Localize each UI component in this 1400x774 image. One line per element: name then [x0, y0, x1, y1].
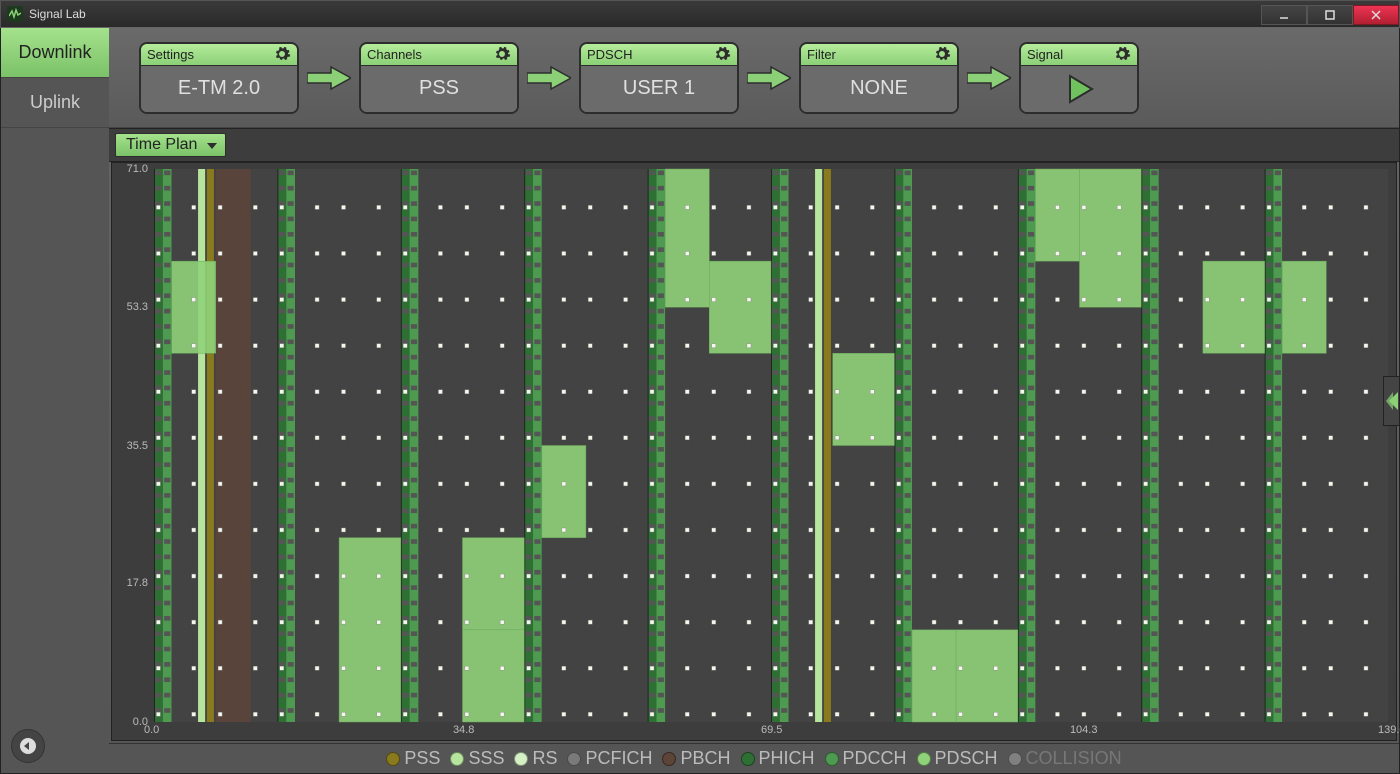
chevron-down-icon — [207, 136, 217, 154]
window-close-button[interactable] — [1353, 5, 1399, 25]
view-select-label: Time Plan — [126, 136, 197, 153]
legend-item-sss[interactable]: SSS — [450, 748, 504, 769]
legend-item-pcfich[interactable]: PCFICH — [567, 748, 652, 769]
legend-label: PBCH — [680, 748, 730, 769]
axis-tick-label: 104.3 — [1070, 724, 1098, 736]
play-button[interactable] — [1021, 66, 1137, 112]
legend-label: COLLISION — [1026, 748, 1122, 769]
legend-label: PDSCH — [935, 748, 998, 769]
back-button[interactable] — [11, 729, 45, 763]
tab-label: Downlink — [18, 42, 91, 63]
legend-swatch — [917, 752, 931, 766]
arrow-icon — [967, 65, 1011, 91]
stage-body-label: E-TM 2.0 — [141, 66, 297, 112]
legend-item-pss[interactable]: PSS — [386, 748, 440, 769]
stage-settings[interactable]: Settings E-TM 2.0 — [139, 42, 299, 114]
window-title: Signal Lab — [29, 7, 86, 21]
gear-icon[interactable] — [493, 45, 511, 63]
legend-item-pbch[interactable]: PBCH — [662, 748, 730, 769]
legend-label: PCFICH — [585, 748, 652, 769]
legend-swatch — [450, 752, 464, 766]
axis-tick-label: 139.0 — [1378, 724, 1400, 736]
legend-item-rs[interactable]: RS — [514, 748, 557, 769]
stage-filter[interactable]: Filter NONE — [799, 42, 959, 114]
axis-tick-label: 17.8 — [116, 577, 148, 589]
sidebar: Downlink Uplink — [1, 28, 109, 773]
legend-swatch — [386, 752, 400, 766]
axis-tick-label: 69.5 — [761, 724, 782, 736]
stage-body-label: NONE — [801, 66, 957, 112]
axis-tick-label: 53.3 — [116, 301, 148, 313]
legend-swatch — [741, 752, 755, 766]
legend-item-pdsch[interactable]: PDSCH — [917, 748, 998, 769]
stage-head-label: PDSCH — [587, 47, 633, 62]
gear-icon[interactable] — [713, 45, 731, 63]
pipeline-toolbar: Settings E-TM 2.0 Channels PSS PDSCH USE… — [109, 28, 1399, 128]
legend-item-pdcch[interactable]: PDCCH — [825, 748, 907, 769]
legend-swatch — [825, 752, 839, 766]
stage-channels[interactable]: Channels PSS — [359, 42, 519, 114]
time-plan-plot[interactable]: 0.017.835.553.371.00.034.869.5104.3139.0 — [111, 162, 1397, 741]
legend-swatch — [1008, 752, 1022, 766]
arrow-icon — [527, 65, 571, 91]
legend-swatch — [567, 752, 581, 766]
view-select[interactable]: Time Plan — [115, 133, 226, 157]
legend-label: RS — [532, 748, 557, 769]
stage-pdsch[interactable]: PDSCH USER 1 — [579, 42, 739, 114]
tab-uplink[interactable]: Uplink — [1, 78, 109, 128]
gear-icon[interactable] — [273, 45, 291, 63]
stage-body-label: PSS — [361, 66, 517, 112]
tab-label: Uplink — [30, 92, 80, 113]
legend-label: PSS — [404, 748, 440, 769]
legend-item-phich[interactable]: PHICH — [741, 748, 815, 769]
legend-swatch — [662, 752, 676, 766]
gear-icon[interactable] — [933, 45, 951, 63]
arrow-icon — [747, 65, 791, 91]
window-maximize-button[interactable] — [1307, 5, 1353, 25]
legend-label: SSS — [468, 748, 504, 769]
stage-body-label: USER 1 — [581, 66, 737, 112]
legend: PSS SSS RS PCFICH PBCH PHICH PDCCH PDSCH COLLISI… — [109, 743, 1399, 773]
window-minimize-button[interactable] — [1261, 5, 1307, 25]
stage-head-label: Settings — [147, 47, 194, 62]
stage-head-label: Channels — [367, 47, 422, 62]
legend-swatch — [514, 752, 528, 766]
legend-label: PHICH — [759, 748, 815, 769]
legend-label: PDCCH — [843, 748, 907, 769]
gear-icon[interactable] — [1113, 45, 1131, 63]
stage-head-label: Signal — [1027, 47, 1063, 62]
arrow-icon — [307, 65, 351, 91]
stage-head-label: Filter — [807, 47, 836, 62]
legend-item-collision[interactable]: COLLISION — [1008, 748, 1122, 769]
axis-tick-label: 34.8 — [453, 724, 474, 736]
tab-downlink[interactable]: Downlink — [1, 28, 109, 78]
axis-tick-label: 0.0 — [144, 724, 159, 736]
stage-signal[interactable]: Signal — [1019, 42, 1139, 114]
app-icon — [7, 6, 23, 22]
axis-tick-label: 35.5 — [116, 440, 148, 452]
axis-tick-label: 71.0 — [116, 163, 148, 175]
window-titlebar: Signal Lab — [0, 0, 1400, 28]
expand-panel-button[interactable] — [1383, 376, 1399, 426]
